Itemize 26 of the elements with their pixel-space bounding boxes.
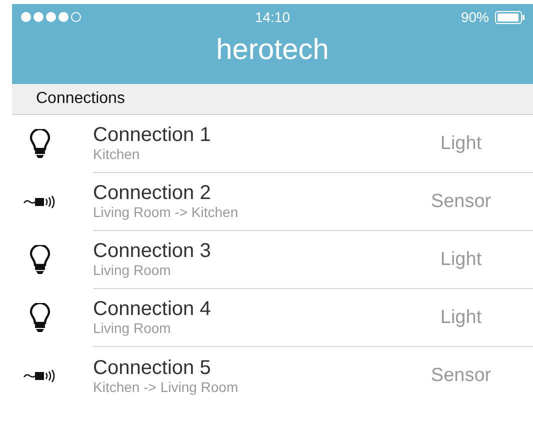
section-header: Connections — [36, 89, 125, 109]
app-title: herotech — [215, 33, 330, 68]
connection-name: Connection 5 — [93, 356, 211, 378]
connection-type: Sensor — [430, 365, 492, 387]
connection-name: Connection 2 — [93, 182, 211, 204]
connection-rooms: Kitchen — [93, 146, 140, 163]
connection-type: Light — [439, 306, 483, 328]
connection-rooms: Living Room — [93, 262, 171, 279]
battery-percent: 90% — [460, 9, 489, 25]
connection-rooms: Kitchen -> Living Room — [93, 378, 238, 396]
connection-type: Light — [439, 132, 483, 154]
connection-rooms: Living Room -> Kitchen — [93, 204, 238, 221]
light-bulb-icon — [30, 129, 50, 159]
light-bulb-icon — [30, 245, 50, 275]
battery-icon — [495, 10, 525, 24]
connection-rooms: Living Room — [93, 320, 171, 337]
connection-type: Sensor — [430, 190, 492, 212]
connection-name: Connection 3 — [93, 240, 211, 262]
sensor-icon — [22, 369, 56, 383]
connection-type: Light — [439, 248, 483, 270]
light-bulb-icon — [30, 303, 50, 333]
signal-icon — [20, 11, 84, 23]
status-time: 14:10 — [254, 9, 290, 25]
connection-name: Connection 1 — [93, 124, 211, 146]
sensor-icon — [22, 195, 56, 209]
connection-name: Connection 4 — [93, 298, 211, 320]
